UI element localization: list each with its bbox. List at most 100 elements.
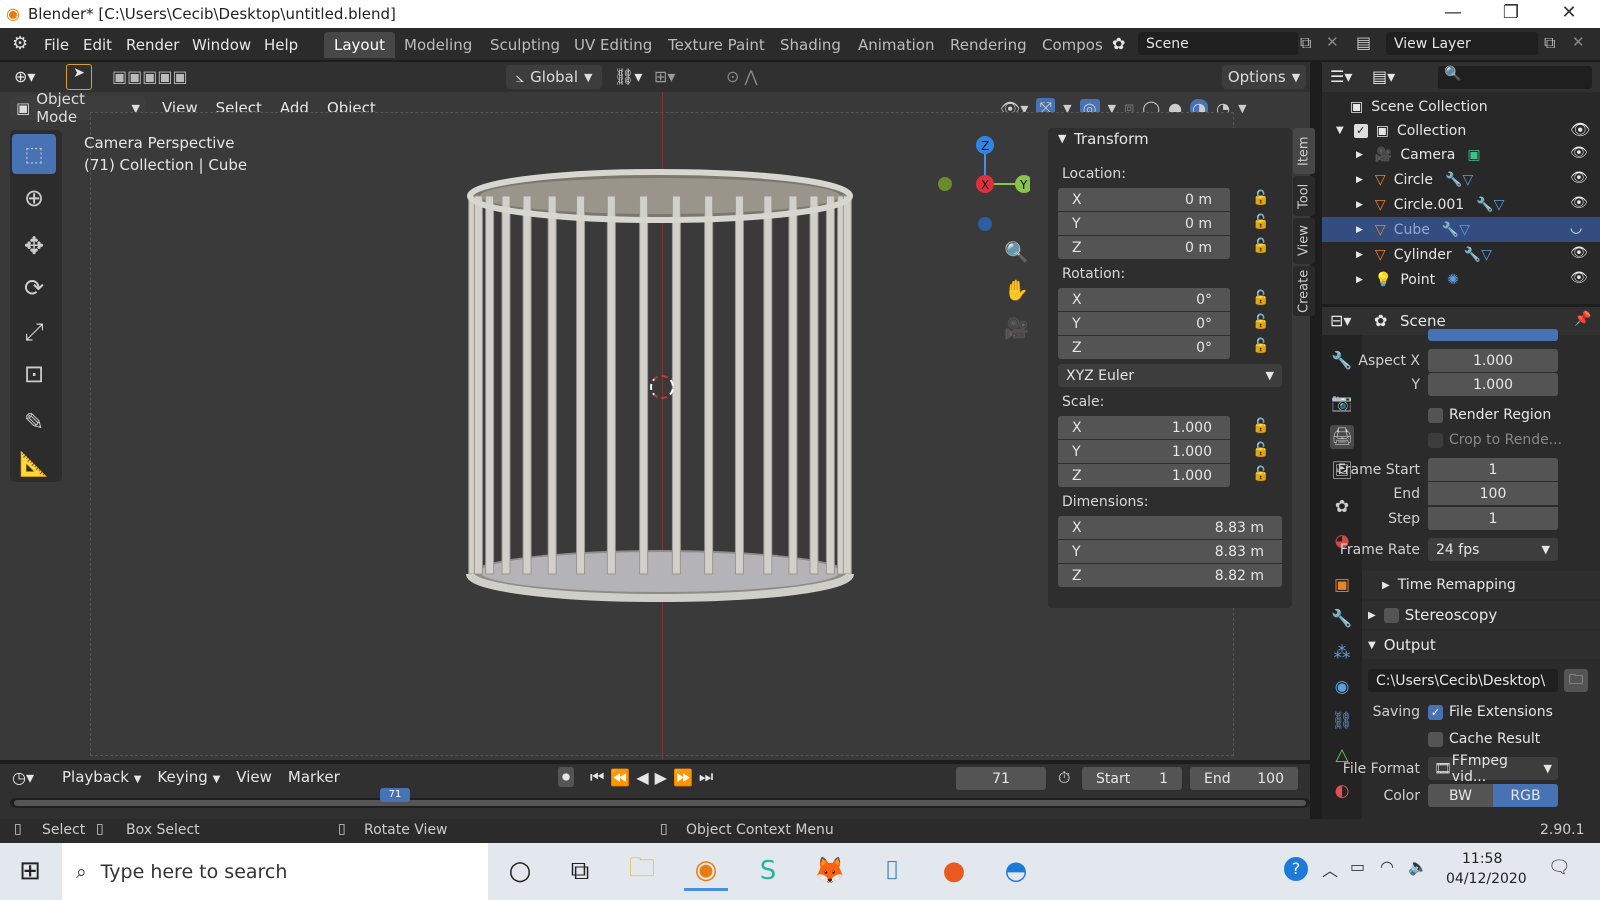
close-button[interactable]: ✕	[1546, 2, 1592, 23]
outliner-item[interactable]: ▶ 🎥 Camera ▣ 👁	[1322, 142, 1600, 167]
pivot-point-icon[interactable]: ⛓▾	[614, 67, 642, 86]
windows-start-icon[interactable]: ⊞	[8, 851, 52, 891]
lock-icon[interactable]: 🔓	[1252, 338, 1269, 354]
app-blue-icon[interactable]: ◓	[994, 851, 1038, 891]
menu-render[interactable]: Render	[126, 36, 179, 54]
scale-z-field[interactable]: Z 1.000	[1058, 464, 1230, 487]
modifier-icon[interactable]: 🔧▽	[1442, 222, 1470, 238]
view-layer-icon[interactable]: ▤	[1356, 33, 1371, 52]
modifier-icon[interactable]: 🔧▽	[1464, 247, 1492, 263]
tab-compositing[interactable]: Compos	[1032, 32, 1113, 58]
tab-texture-paint[interactable]: Texture Paint	[658, 32, 775, 58]
clock-time[interactable]: 11:58	[1462, 851, 1502, 867]
eye-icon[interactable]: ◡	[1570, 220, 1582, 236]
modifier-properties-icon[interactable]: 🔧	[1330, 607, 1354, 631]
outliner-scene-collection[interactable]: ▣ Scene Collection	[1322, 94, 1600, 119]
aspect-y-field[interactable]: 1.000	[1428, 373, 1558, 396]
resolution-percent-field[interactable]	[1428, 329, 1558, 341]
physics-properties-icon[interactable]: ◉	[1330, 675, 1354, 699]
annotate-icon[interactable]: ✎	[12, 402, 56, 442]
new-scene-icon[interactable]: ⧉	[1300, 33, 1311, 53]
checkbox-icon[interactable]	[1383, 607, 1399, 623]
frame-step-field[interactable]: 1	[1428, 507, 1558, 530]
blender-taskbar-icon[interactable]: ◉	[684, 851, 728, 891]
task-view-icon[interactable]: ⧉	[558, 851, 602, 891]
location-z-field[interactable]: Z0 m	[1058, 236, 1230, 259]
orientation-dropdown[interactable]: ⦣ Global ▼	[506, 65, 602, 89]
timeline-scrollbar[interactable]	[14, 800, 1306, 806]
location-y-field[interactable]: Y0 m	[1058, 212, 1230, 235]
scene-icon[interactable]: ✿	[1112, 34, 1125, 53]
tab-uv-editing[interactable]: UV Editing	[564, 32, 662, 58]
minimize-button[interactable]: —	[1430, 2, 1476, 23]
expand-arrow-icon[interactable]: ▼	[1336, 125, 1344, 136]
timeline-menu-view[interactable]: View	[236, 768, 272, 786]
taskbar-search-box[interactable]: ⌕ Type here to search	[62, 843, 488, 900]
snap-icon[interactable]: ⊞▾	[654, 67, 675, 86]
menu-help[interactable]: Help	[264, 36, 298, 54]
editor-type-icon[interactable]: ⊟▾	[1330, 311, 1351, 330]
modifier-icon[interactable]: ✺	[1447, 272, 1459, 288]
output-path-field[interactable]: C:\Users\Cecib\Desktop\	[1368, 669, 1558, 692]
tab-rendering[interactable]: Rendering	[940, 32, 1037, 58]
measure-icon[interactable]: 📐	[12, 444, 56, 484]
lock-icon[interactable]: 🔓	[1252, 466, 1269, 482]
outliner-item[interactable]: ▶ ▽ Circle.001 🔧▽ 👁	[1322, 192, 1600, 217]
dimension-x-field[interactable]: X 8.83 m	[1058, 516, 1282, 539]
timeline-menu-marker[interactable]: Marker	[288, 768, 340, 786]
next-keyframe-icon[interactable]: ⏩	[673, 768, 693, 787]
file-explorer-icon[interactable]: 🗀	[620, 851, 664, 891]
eye-icon[interactable]: 👁	[1570, 270, 1588, 286]
lock-icon[interactable]: 🔓	[1252, 418, 1269, 434]
firefox-icon[interactable]: ●	[932, 851, 976, 891]
expand-arrow-icon[interactable]: ▶	[1356, 275, 1363, 285]
modifier-icon[interactable]: ▣	[1467, 147, 1480, 163]
menu-window[interactable]: Window	[192, 36, 251, 54]
stereoscopy-panel[interactable]: ▶ Stereoscopy	[1362, 601, 1600, 629]
play-icon[interactable]: ▶	[655, 768, 667, 787]
lock-icon[interactable]: 🔓	[1252, 290, 1269, 306]
move-icon[interactable]: ✥	[12, 226, 56, 266]
modifier-icon[interactable]: 🔧▽	[1445, 172, 1473, 188]
scene-selector[interactable]: Scene	[1138, 32, 1298, 55]
expand-arrow-icon[interactable]: ▶	[1356, 250, 1363, 260]
outliner-search-input[interactable]: 🔍	[1438, 66, 1592, 89]
eye-icon[interactable]: 👁	[1570, 145, 1588, 161]
help-icon[interactable]: ?	[1284, 857, 1308, 881]
lock-icon[interactable]: 🔓	[1252, 214, 1269, 230]
end-frame-field[interactable]: End 100	[1190, 767, 1298, 790]
current-frame-field[interactable]: 71	[956, 767, 1046, 790]
lock-icon[interactable]: 🔓	[1252, 190, 1269, 206]
tray-chevron-icon[interactable]: ︿	[1322, 857, 1338, 881]
battery-icon[interactable]: ▭	[1350, 857, 1365, 876]
select-modes-icon[interactable]: ▣▣▣▣▣	[112, 67, 188, 86]
menu-file[interactable]: File	[44, 36, 69, 54]
frame-start-field[interactable]: 1	[1428, 458, 1558, 481]
outliner-item[interactable]: ▶ ▽ Cylinder 🔧▽ 👁	[1322, 242, 1600, 267]
pan-hand-icon[interactable]: ✋	[1004, 278, 1029, 302]
rotation-z-field[interactable]: Z 0°	[1058, 336, 1230, 359]
tab-sculpting[interactable]: Sculpting	[480, 32, 570, 58]
tab-modeling[interactable]: Modeling	[394, 32, 482, 58]
record-icon[interactable]: ⏺	[558, 767, 575, 787]
rotation-y-field[interactable]: Y 0°	[1058, 312, 1230, 335]
outliner-item[interactable]: ▶ 💡 Point ✺ 👁	[1322, 267, 1600, 292]
particles-properties-icon[interactable]: ⁂	[1330, 641, 1354, 665]
object-properties-icon[interactable]: ▣	[1330, 573, 1354, 597]
editor-type-icon[interactable]: ⊕▾	[14, 67, 35, 86]
delete-scene-icon[interactable]: ✕	[1326, 33, 1339, 51]
editor-type-icon[interactable]: ☰▾	[1330, 67, 1352, 86]
zoom-icon[interactable]: 🔍	[1004, 240, 1029, 264]
timeline-menu-playback[interactable]: Playback ▼	[62, 768, 141, 786]
prev-keyframe-icon[interactable]: ⏪	[610, 768, 630, 787]
file-format-dropdown[interactable]: 🎞 FFmpeg vid... ▼	[1428, 753, 1558, 785]
rotate-icon[interactable]: ⟳	[12, 268, 56, 308]
timeline-menu-keying[interactable]: Keying ▼	[157, 768, 220, 786]
outliner-item[interactable]: ▶ ▽ Cube 🔧▽ ◡	[1322, 217, 1600, 242]
lock-icon[interactable]: 🔓	[1252, 314, 1269, 330]
pin-icon[interactable]: 📌	[1574, 311, 1591, 327]
lock-icon[interactable]: 🔓	[1252, 238, 1269, 254]
maximize-button[interactable]: ❐	[1488, 2, 1534, 23]
tab-animation[interactable]: Animation	[848, 32, 944, 58]
eye-icon[interactable]: 👁	[1570, 120, 1590, 139]
